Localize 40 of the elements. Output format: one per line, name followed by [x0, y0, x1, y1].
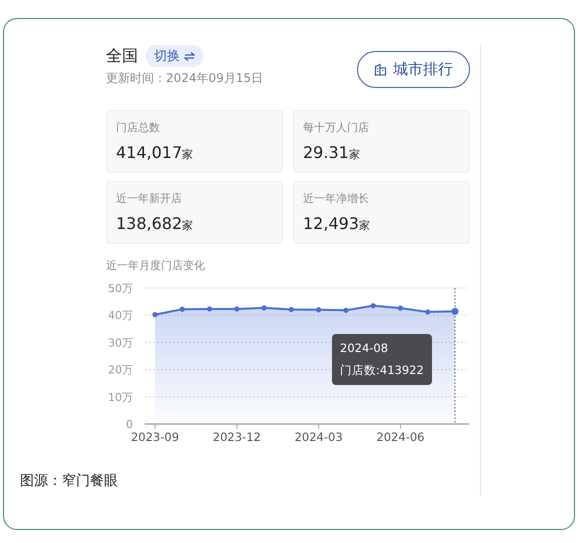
data-point — [152, 312, 158, 318]
data-point — [316, 307, 322, 312]
data-point — [452, 308, 458, 315]
stat-label: 门店总数 — [116, 120, 161, 135]
x-axis-label: 2023-09 — [130, 430, 180, 444]
stat-value: 29.31家 — [303, 143, 361, 162]
data-point — [234, 306, 240, 312]
switch-button[interactable]: 切换 — [146, 45, 203, 67]
y-axis-label: 40万 — [108, 309, 133, 322]
data-point — [343, 308, 348, 313]
y-axis-label: 50万 — [108, 282, 133, 295]
building-icon — [374, 63, 387, 76]
data-point — [370, 303, 376, 308]
region-title: 全国 — [106, 46, 138, 66]
data-point — [398, 306, 404, 311]
y-axis-label: 20万 — [108, 364, 133, 377]
image-caption: 图源：窄门餐眼 — [20, 472, 118, 490]
stat-value: 12,493家 — [303, 214, 371, 233]
tooltip-title: 2024-08 — [340, 341, 390, 355]
y-axis-label: 0 — [126, 418, 133, 431]
x-axis-label: 2023-12 — [212, 430, 261, 444]
y-axis-label: 30万 — [108, 336, 133, 350]
tooltip-value: 门店数:413922 — [340, 363, 424, 378]
chart-title: 近一年月度门店变化 — [106, 258, 206, 273]
data-point — [206, 306, 212, 312]
data-point — [425, 309, 430, 315]
data-point — [288, 306, 294, 312]
y-axis-label: 10万 — [108, 390, 133, 404]
stat-label: 每十万人门店 — [303, 120, 370, 135]
x-axis-label: 2024-03 — [294, 430, 343, 444]
stat-label: 近一年新开店 — [116, 191, 183, 206]
data-point — [180, 306, 185, 312]
stat-label: 近一年净增长 — [303, 191, 370, 206]
update-time: 更新时间：2024年09月15日 — [106, 70, 264, 87]
stat-value: 414,017家 — [116, 143, 194, 162]
stat-value: 138,682家 — [116, 214, 194, 233]
data-point — [262, 305, 267, 310]
swap-icon — [184, 52, 195, 60]
city-ranking-button[interactable]: 城市排行 — [357, 51, 470, 88]
x-axis-label: 2024-06 — [376, 430, 424, 444]
